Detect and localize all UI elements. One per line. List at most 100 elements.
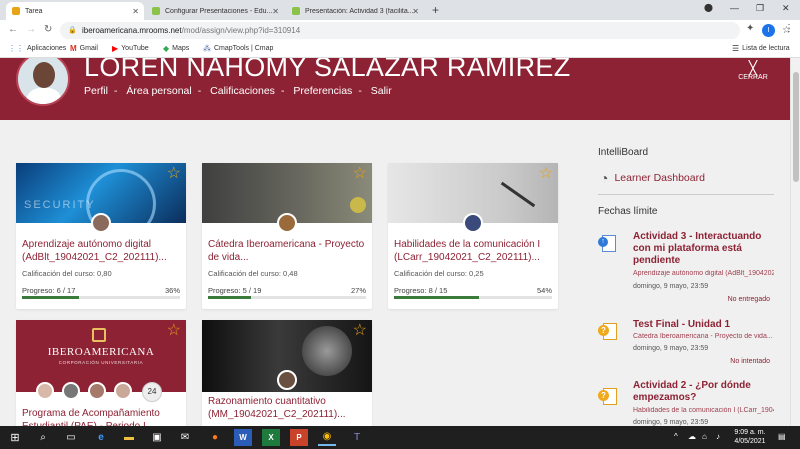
chrome-icon[interactable]: ◉ bbox=[318, 429, 336, 446]
favorite-star-icon[interactable]: ☆ bbox=[353, 323, 367, 339]
reading-list-icon: ☰ bbox=[732, 44, 740, 53]
clock-time: 9:09 a. m. bbox=[734, 429, 766, 436]
lock-icon: 🔒 bbox=[68, 27, 77, 34]
deadline-date: domingo, 9 mayo, 23:59 bbox=[633, 345, 709, 352]
tab-search-icon[interactable]: ⬤ bbox=[704, 3, 713, 12]
menu-preferencias[interactable]: Preferencias bbox=[293, 85, 352, 97]
menu-perfil[interactable]: Perfil bbox=[84, 85, 108, 97]
maximize-button[interactable]: ❐ bbox=[756, 3, 764, 14]
course-card[interactable]: ☆ Cátedra Iberoamericana - Proyecto de v… bbox=[202, 163, 372, 309]
reading-list-button[interactable]: ☰ Lista de lectura bbox=[732, 44, 790, 53]
mail-icon[interactable]: ✉ bbox=[176, 429, 194, 446]
course-card[interactable]: IBEROAMERICANA CORPORACIÓN UNIVERSITARIA… bbox=[16, 320, 186, 426]
store-icon[interactable]: ▣ bbox=[148, 429, 166, 446]
quiz-icon: ? bbox=[598, 321, 620, 341]
bookmark-apps[interactable]: ⋮⋮ Aplicaciones bbox=[8, 44, 66, 53]
powerpoint-icon[interactable]: P bbox=[290, 429, 308, 446]
teacher-avatar[interactable] bbox=[114, 382, 132, 400]
teacher-avatar[interactable] bbox=[277, 213, 297, 233]
extensions-icon[interactable]: ✦ bbox=[746, 23, 754, 34]
course-progress-label: Progreso: 8 / 15 bbox=[394, 286, 448, 295]
bookmark-youtube[interactable]: ▶ YouTube bbox=[112, 44, 149, 53]
deadline-title[interactable]: Actividad 2 - ¿Por dónde empezamos? bbox=[633, 380, 774, 404]
course-card[interactable]: SECURITY ☆ Aprendizaje autónomo digital … bbox=[16, 163, 186, 309]
intelliboard-heading: IntelliBoard bbox=[598, 147, 649, 158]
file-explorer-icon[interactable]: ▬ bbox=[120, 429, 138, 446]
firefox-icon[interactable]: ● bbox=[206, 429, 224, 446]
favorite-star-icon[interactable]: ☆ bbox=[353, 166, 367, 182]
excel-icon[interactable]: X bbox=[262, 429, 280, 446]
close-tab-icon[interactable]: ✕ bbox=[412, 7, 419, 16]
user-banner: LOREN NAHOMY SALAZAR RAMIREZ Perfil - Áre… bbox=[0, 58, 790, 120]
teacher-avatar[interactable] bbox=[36, 382, 54, 400]
system-clock[interactable]: 9:09 a. m. 4/05/2021 bbox=[730, 428, 770, 446]
cloud-icon[interactable]: ☁ bbox=[688, 432, 696, 441]
volume-icon[interactable]: ♪ bbox=[716, 432, 720, 441]
deadline-title[interactable]: Test Final - Unidad 1 bbox=[633, 319, 774, 331]
deadline-title[interactable]: Actividad 3 - Interactuando con mi plata… bbox=[633, 231, 774, 267]
windows-start-icon[interactable]: ⊞ bbox=[6, 429, 24, 446]
teacher-avatar[interactable] bbox=[91, 213, 111, 233]
forward-arrow-icon[interactable]: → bbox=[26, 24, 36, 35]
word-icon[interactable]: W bbox=[234, 429, 252, 446]
bookmark-cmaptools[interactable]: ⁂ CmapTools | Cmap bbox=[203, 44, 273, 53]
teacher-avatar[interactable] bbox=[277, 370, 297, 390]
address-bar[interactable]: 🔒 iberoamericana.mrooms.net/mod/assign/v… bbox=[60, 22, 791, 39]
browser-tab-presentacion[interactable]: Presentación: Actividad 3 (facilita... ✕ bbox=[286, 2, 424, 20]
edge-icon[interactable]: e bbox=[92, 429, 110, 446]
menu-salir[interactable]: Salir bbox=[371, 85, 392, 97]
course-title[interactable]: Razonamiento cuantitativo (MM_19042021_C… bbox=[208, 396, 368, 421]
teacher-avatar[interactable] bbox=[463, 213, 483, 233]
favorite-star-icon[interactable]: ☆ bbox=[167, 323, 181, 339]
learner-dashboard-link[interactable]: ◔ Learner Dashboard bbox=[600, 170, 705, 186]
deadline-date: domingo, 9 mayo, 23:59 bbox=[633, 283, 709, 290]
close-tab-icon[interactable]: ✕ bbox=[132, 7, 139, 16]
more-teachers-count[interactable]: 24 bbox=[142, 382, 162, 402]
course-title[interactable]: Habilidades de la comunicación I (LCarr_… bbox=[394, 239, 554, 264]
course-grade: Calificación del curso: 0,48 bbox=[208, 269, 298, 278]
close-tab-icon[interactable]: ✕ bbox=[272, 7, 279, 16]
notifications-icon[interactable]: ▤ bbox=[778, 432, 786, 441]
favorite-star-icon[interactable]: ☆ bbox=[167, 166, 181, 182]
profile-avatar[interactable]: I bbox=[762, 24, 775, 37]
favorite-star-icon[interactable]: ☆ bbox=[539, 166, 553, 182]
window-close-button[interactable]: ✕ bbox=[782, 3, 790, 14]
back-arrow-icon[interactable]: ← bbox=[8, 24, 18, 35]
search-icon[interactable]: ⌕ bbox=[34, 429, 52, 446]
teacher-avatar[interactable] bbox=[88, 382, 106, 400]
deadline-status: No intentado bbox=[730, 358, 770, 365]
deadline-date: domingo, 9 mayo, 23:59 bbox=[633, 419, 709, 426]
deadline-course[interactable]: Aprendizaje autónomo digital (AdBlt_1904… bbox=[633, 270, 774, 277]
reload-icon[interactable]: ↻ bbox=[44, 24, 52, 35]
tray-overflow-icon[interactable]: ^ bbox=[674, 432, 678, 441]
close-icon: ╳ bbox=[748, 60, 758, 76]
progress-bar bbox=[394, 296, 552, 299]
browser-tab-tarea[interactable]: Tarea ✕ bbox=[6, 2, 144, 20]
course-card[interactable]: ☆ Razonamiento cuantitativo (MM_19042021… bbox=[202, 320, 372, 426]
course-card[interactable]: ☆ Habilidades de la comunicación I (LCar… bbox=[388, 163, 558, 309]
teacher-avatar[interactable] bbox=[62, 382, 80, 400]
minimize-button[interactable]: — bbox=[730, 3, 739, 13]
user-avatar[interactable] bbox=[16, 58, 70, 106]
menu-kebab-icon[interactable]: ⋮ bbox=[784, 23, 794, 34]
menu-calificaciones[interactable]: Calificaciones bbox=[210, 85, 275, 97]
bookmark-maps[interactable]: ◆ Maps bbox=[163, 44, 189, 53]
teams-icon[interactable]: T bbox=[348, 429, 366, 446]
course-title[interactable]: Cátedra Iberoamericana - Proyecto de vid… bbox=[208, 239, 368, 264]
clock-date: 4/05/2021 bbox=[734, 438, 766, 445]
bookmark-gmail[interactable]: M Gmail bbox=[70, 44, 98, 53]
menu-area-personal[interactable]: Área personal bbox=[126, 85, 191, 97]
task-view-icon[interactable]: ▭ bbox=[62, 429, 80, 446]
deadline-course[interactable]: Cátedra Iberoamericana - Proyecto de vid… bbox=[633, 333, 774, 340]
scrollbar-thumb[interactable] bbox=[793, 72, 799, 182]
browser-tab-configurar[interactable]: Configurar Presentaciones - Edu... ✕ bbox=[146, 2, 284, 20]
new-tab-button[interactable]: + bbox=[432, 3, 439, 17]
course-title[interactable]: Programa de Acompañamiento Estudiantil (… bbox=[22, 408, 182, 426]
page-scrollbar[interactable] bbox=[790, 58, 800, 426]
close-profile-button[interactable]: ╳ CERRAR bbox=[730, 60, 776, 81]
deadline-course[interactable]: Habilidades de la comunicación I (LCarr_… bbox=[633, 407, 774, 414]
course-title[interactable]: Aprendizaje autónomo digital (AdBlt_1904… bbox=[22, 239, 182, 264]
network-icon[interactable]: ⌂ bbox=[702, 432, 707, 441]
bookmarks-bar: ⋮⋮ Aplicaciones M Gmail ▶ YouTube ◆ Maps ⁂ Cm… bbox=[0, 41, 800, 58]
tab-title: Presentación: Actividad 3 (facilita... bbox=[305, 7, 414, 15]
